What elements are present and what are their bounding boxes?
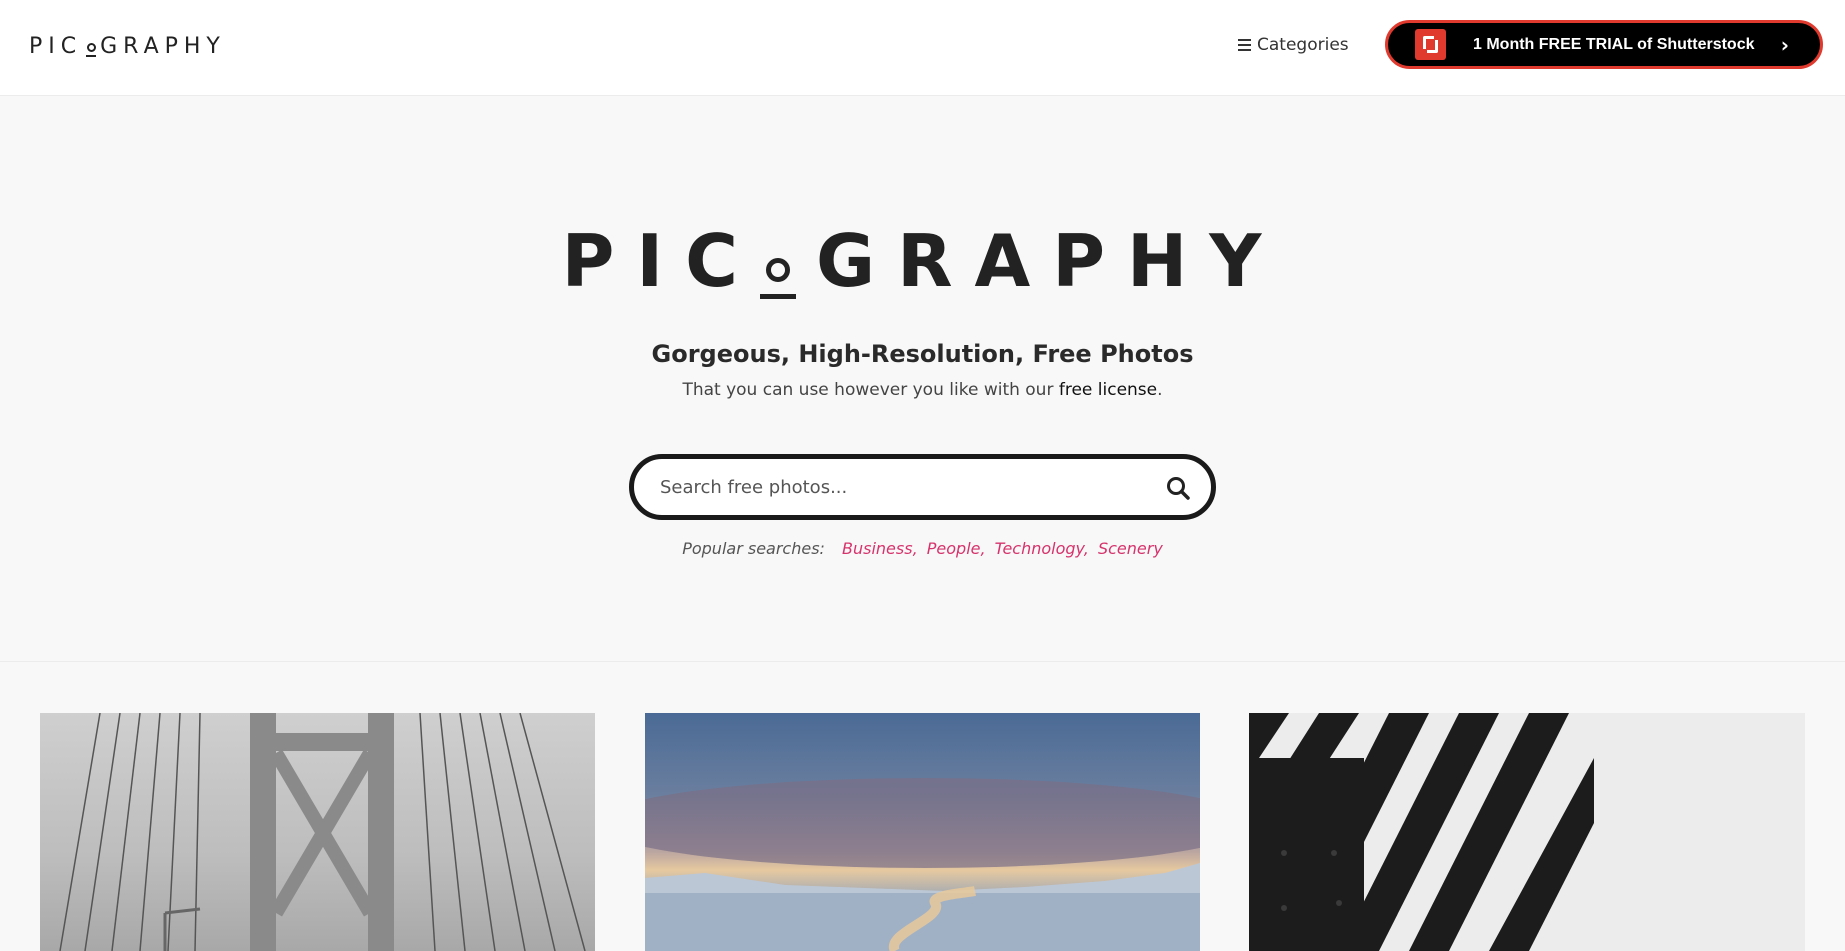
popular-tag-technology[interactable]: Technology,	[995, 539, 1089, 558]
hero-tagline: Gorgeous, High-Resolution, Free Photos	[651, 340, 1194, 368]
popular-tag-scenery[interactable]: Scenery	[1098, 539, 1163, 558]
hero-subline: That you can use however you like with o…	[0, 380, 1845, 400]
landscape-photo[interactable]	[645, 713, 1200, 951]
logo-o-mark	[759, 258, 796, 299]
bridge-illustration	[59, 713, 586, 951]
categories-menu-button[interactable]: Categories	[1238, 35, 1349, 55]
free-license-link[interactable]: free license	[1059, 380, 1157, 400]
site-header: PIC GRAPHY Categories 1 Month FREE TRIAL …	[0, 0, 1845, 96]
landscape-illustration	[645, 778, 1200, 951]
popular-searches: Popular searches: Business, People, Tech…	[0, 539, 1845, 558]
subline-suffix: .	[1157, 380, 1163, 400]
popular-tag-people[interactable]: People,	[927, 539, 986, 558]
search-icon[interactable]	[1165, 475, 1191, 501]
shutterstock-logo-icon	[1415, 29, 1446, 60]
logo-o-mark	[86, 43, 97, 57]
stripes-illustration	[1249, 713, 1805, 951]
menu-icon	[1238, 39, 1251, 51]
trial-label: 1 Month FREE TRIAL of Shutterstock	[1473, 35, 1755, 53]
subline-text: That you can use however you like with o…	[682, 380, 1059, 400]
search-input[interactable]	[660, 476, 1140, 498]
search-bar	[629, 454, 1216, 520]
hero-section: PIC GRAPHY Gorgeous, High-Resolution, Fre…	[0, 97, 1845, 662]
shutterstock-trial-button[interactable]: 1 Month FREE TRIAL of Shutterstock ›	[1385, 20, 1823, 69]
popular-searches-label: Popular searches:	[682, 539, 825, 558]
categories-label: Categories	[1257, 35, 1349, 55]
hero-logo: PIC GRAPHY	[561, 219, 1284, 303]
popular-tag-business[interactable]: Business,	[842, 539, 918, 558]
chevron-right-icon: ›	[1780, 32, 1789, 57]
stripes-photo[interactable]	[1249, 713, 1805, 951]
site-logo[interactable]: PIC GRAPHY	[29, 34, 226, 59]
bridge-photo[interactable]	[40, 713, 595, 951]
